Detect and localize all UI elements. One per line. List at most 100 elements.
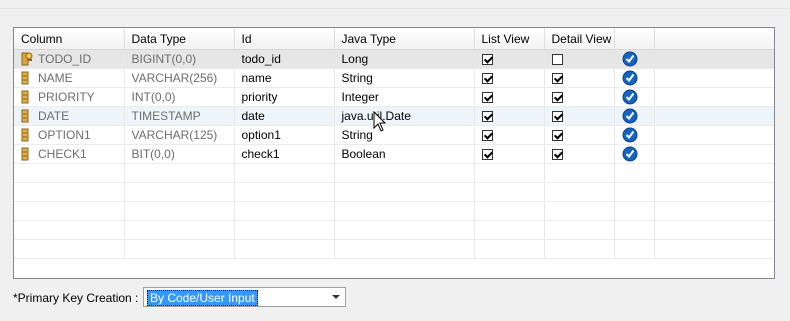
chevron-down-icon[interactable]: [332, 295, 340, 299]
field-icon: [21, 147, 34, 161]
header-filler: [654, 28, 774, 50]
empty-cell: [654, 182, 774, 202]
cell-badge: [614, 87, 655, 107]
cell-java-type[interactable]: Long: [334, 49, 475, 69]
cell-data-type[interactable]: INT(0,0): [124, 87, 235, 107]
cell-badge: [614, 49, 655, 69]
cell-data-type[interactable]: VARCHAR(125): [124, 125, 235, 145]
cell-filler: [654, 49, 774, 69]
cell-id[interactable]: priority: [234, 87, 335, 107]
cell-java-type[interactable]: Integer: [334, 87, 475, 107]
cell-filler: [654, 87, 774, 107]
cell-id[interactable]: date: [234, 106, 335, 126]
list-view-checkbox[interactable]: [481, 111, 493, 123]
check-badge-icon[interactable]: [622, 89, 638, 105]
table-row[interactable]: PRIORITY INT(0,0) priority Integer: [14, 87, 774, 107]
list-view-checkbox[interactable]: [481, 54, 493, 66]
empty-cell: [474, 182, 545, 202]
empty-cell: [124, 239, 235, 259]
detail-view-checkbox[interactable]: [551, 111, 563, 123]
detail-view-checkbox[interactable]: [551, 130, 563, 142]
field-icon: [21, 109, 34, 123]
empty-cell: [124, 201, 235, 221]
cell-column[interactable]: PRIORITY: [14, 87, 125, 107]
check-badge-icon[interactable]: [622, 51, 638, 67]
column-name: OPTION1: [38, 127, 91, 142]
check-badge-icon[interactable]: [622, 127, 638, 143]
cell-detail-view: [544, 144, 615, 164]
cell-id[interactable]: option1: [234, 125, 335, 145]
empty-cell: [14, 163, 125, 183]
list-view-checkbox[interactable]: [481, 73, 493, 85]
header-list-view[interactable]: List View: [474, 28, 545, 50]
primary-key-creation-select[interactable]: By Code/User Input: [143, 287, 346, 307]
detail-view-checkbox[interactable]: [551, 54, 563, 66]
header-column[interactable]: Column: [14, 28, 125, 50]
cell-java-type[interactable]: String: [334, 125, 475, 145]
check-badge-icon[interactable]: [622, 108, 638, 124]
cell-id[interactable]: check1: [234, 144, 335, 164]
empty-cell: [654, 239, 774, 259]
table-row[interactable]: TODO_ID BIGINT(0,0) todo_id Long: [14, 49, 774, 69]
cell-java-type[interactable]: java.util.Date: [334, 106, 475, 126]
empty-cell: [14, 201, 125, 221]
list-view-checkbox[interactable]: [481, 130, 493, 142]
cell-detail-view: [544, 49, 615, 69]
cell-column[interactable]: OPTION1: [14, 125, 125, 145]
field-icon: [21, 90, 34, 104]
columns-table-panel[interactable]: Column Data Type Id Java Type List View Detai…: [13, 27, 775, 279]
primary-key-creation-label: *Primary Key Creation :: [13, 291, 139, 305]
cell-java-type[interactable]: Boolean: [334, 144, 475, 164]
detail-view-checkbox[interactable]: [551, 92, 563, 104]
list-view-checkbox[interactable]: [481, 92, 493, 104]
list-view-checkbox[interactable]: [481, 149, 493, 161]
cell-column[interactable]: DATE: [14, 106, 125, 126]
columns-table[interactable]: Column Data Type Id Java Type List View Detai…: [14, 28, 774, 259]
empty-row: [14, 163, 774, 183]
cell-list-view: [474, 87, 545, 107]
cell-column[interactable]: CHECK1: [14, 144, 125, 164]
table-row[interactable]: OPTION1 VARCHAR(125) option1 String: [14, 125, 774, 145]
cell-detail-view: [544, 87, 615, 107]
detail-view-checkbox[interactable]: [551, 149, 563, 161]
cell-column[interactable]: NAME: [14, 68, 125, 88]
cell-detail-view: [544, 125, 615, 145]
table-header-row: Column Data Type Id Java Type List View Detai…: [14, 28, 774, 50]
table-row[interactable]: NAME VARCHAR(256) name String: [14, 68, 774, 88]
top-separator: [0, 0, 790, 9]
cell-java-type[interactable]: String: [334, 68, 475, 88]
empty-row: [14, 220, 774, 240]
empty-cell: [334, 163, 475, 183]
empty-cell: [334, 201, 475, 221]
header-data-type[interactable]: Data Type: [124, 28, 235, 50]
cell-list-view: [474, 144, 545, 164]
cell-column[interactable]: TODO_ID: [14, 49, 125, 69]
header-detail-view[interactable]: Detail View: [544, 28, 615, 50]
check-badge-icon[interactable]: [622, 146, 638, 162]
cell-filler: [654, 106, 774, 126]
empty-cell: [14, 220, 125, 240]
table-row[interactable]: CHECK1 BIT(0,0) check1 Boolean: [14, 144, 774, 164]
cell-data-type[interactable]: TIMESTAMP: [124, 106, 235, 126]
cell-list-view: [474, 125, 545, 145]
empty-cell: [14, 182, 125, 202]
primary-key-creation-value: By Code/User Input: [147, 290, 258, 306]
column-name: DATE: [38, 108, 70, 123]
empty-cell: [234, 182, 335, 202]
detail-view-checkbox[interactable]: [551, 73, 563, 85]
empty-cell: [474, 239, 545, 259]
header-id[interactable]: Id: [234, 28, 335, 50]
cell-data-type[interactable]: BIT(0,0): [124, 144, 235, 164]
column-name: PRIORITY: [38, 89, 95, 104]
cell-id[interactable]: name: [234, 68, 335, 88]
empty-cell: [334, 239, 475, 259]
empty-row: [14, 182, 774, 202]
table-row[interactable]: DATE TIMESTAMP date java.util.Date: [14, 106, 774, 126]
empty-cell: [654, 220, 774, 240]
check-badge-icon[interactable]: [622, 70, 638, 86]
cell-id[interactable]: todo_id: [234, 49, 335, 69]
header-java-type[interactable]: Java Type: [334, 28, 475, 50]
header-badge[interactable]: [614, 28, 655, 50]
cell-data-type[interactable]: BIGINT(0,0): [124, 49, 235, 69]
cell-data-type[interactable]: VARCHAR(256): [124, 68, 235, 88]
